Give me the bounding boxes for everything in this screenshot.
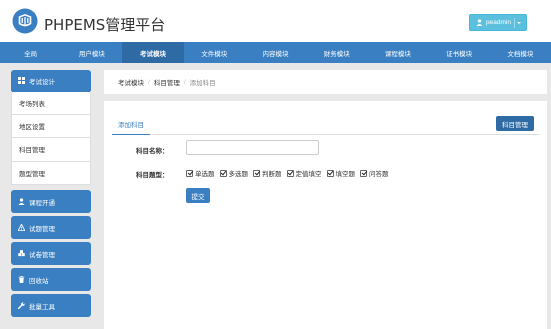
sidebar-item-label: 试题管理 — [29, 225, 55, 233]
nav-item-content[interactable]: 内容模块 — [245, 42, 306, 63]
question-type-label: 多选题 — [228, 171, 249, 178]
app-header: PHPEMS管理平台 peadmin — [0, 0, 551, 42]
top-nav: 全局 用户模块 考试模块 文件模块 内容模块 财务模块 课程模块 证书模块 文档… — [0, 42, 551, 63]
sidebar-item-question-type-management[interactable]: 题型管理 — [12, 162, 90, 185]
main-panel: 添加科目 科目管理 科目名称： 科目题型： 单选题 多选题 判断题 定值填空 填… — [104, 101, 547, 329]
sidebar-item-paper-management[interactable]: 试卷管理 — [11, 242, 91, 265]
sidebar-item-batch-tools[interactable]: 批量工具 — [11, 294, 91, 317]
nav-item-course[interactable]: 课程模块 — [367, 42, 428, 63]
wrench-icon — [18, 302, 25, 309]
subject-name-input[interactable] — [186, 140, 319, 155]
checkbox-checked[interactable] — [286, 169, 294, 177]
question-type-option[interactable]: 定值填空 — [286, 168, 322, 178]
question-type-option[interactable]: 单选题 — [186, 168, 215, 178]
user-menu-divider — [514, 18, 515, 28]
subject-name-label: 科目名称： — [136, 148, 169, 155]
sidebar-item-exam-list[interactable]: 考场列表 — [12, 91, 90, 115]
question-type-option[interactable]: 填空题 — [326, 168, 356, 178]
sidebar-item-recycle-bin[interactable]: 回收站 — [11, 268, 91, 291]
sidebar: 考试设计 考场列表 地区设置 科目管理 题型管理 课程开通 试题管理 试卷管理 — [11, 70, 91, 317]
question-type-label: 问答题 — [369, 171, 389, 178]
breadcrumb-current: 添加科目 — [189, 80, 216, 87]
sidebar-item-label: 课程开通 — [29, 199, 55, 207]
sidebar-section-exam-design[interactable]: 考试设计 — [11, 70, 91, 91]
user-icon — [476, 19, 483, 26]
cubes-icon — [18, 250, 25, 257]
breadcrumb: 考试模块 / 科目管理 / 添加科目 — [104, 70, 547, 94]
nav-item-file[interactable]: 文件模块 — [184, 42, 245, 63]
nav-item-exam[interactable]: 考试模块 — [122, 42, 184, 63]
nav-item-finance[interactable]: 财务模块 — [306, 42, 367, 63]
user-menu-button[interactable]: peadmin — [469, 14, 527, 31]
sidebar-item-subject-management[interactable]: 科目管理 — [12, 138, 90, 162]
breadcrumb-separator: / — [148, 78, 150, 86]
chevron-down-icon — [517, 22, 521, 24]
tab-add-subject[interactable]: 添加科目 — [112, 114, 150, 135]
nav-item-certificate[interactable]: 证书模块 — [429, 42, 490, 63]
sidebar-item-question-management[interactable]: 试题管理 — [11, 216, 91, 239]
nav-item-user[interactable]: 用户模块 — [61, 42, 122, 63]
brand-title: PHPEMS管理平台 — [44, 16, 166, 34]
sidebar-item-label: 回收站 — [29, 277, 49, 285]
checkbox-checked[interactable] — [326, 169, 334, 177]
question-types-group: 单选题 多选题 判断题 定值填空 填空题 问答题 — [186, 168, 394, 178]
nav-item-document[interactable]: 文档模块 — [490, 42, 551, 63]
sidebar-submenu: 考场列表 地区设置 科目管理 题型管理 — [11, 91, 91, 185]
sidebar-section-label: 考试设计 — [29, 78, 55, 86]
trash-icon — [18, 276, 25, 283]
question-type-label: 判断题 — [262, 171, 282, 178]
sidebar-item-region-settings[interactable]: 地区设置 — [12, 115, 90, 138]
nav-item-global[interactable]: 全局 — [0, 42, 61, 63]
breadcrumb-item-subject-management[interactable]: 科目管理 — [154, 77, 180, 87]
question-type-option[interactable]: 多选题 — [219, 168, 249, 178]
warning-icon — [18, 224, 25, 231]
question-type-label: 定值填空 — [295, 171, 322, 178]
question-type-option[interactable]: 问答题 — [360, 168, 389, 178]
sidebar-item-label: 批量工具 — [29, 303, 55, 311]
question-type-label: 填空题 — [335, 171, 356, 178]
user-name: peadmin — [486, 19, 511, 26]
checkbox-checked[interactable] — [360, 169, 367, 177]
submit-button[interactable]: 提交 — [186, 188, 210, 203]
checkbox-checked[interactable] — [186, 169, 193, 177]
checkbox-checked[interactable] — [253, 169, 260, 177]
question-type-option[interactable]: 判断题 — [253, 168, 282, 178]
user-icon — [18, 198, 25, 205]
question-type-label: 单选题 — [195, 171, 215, 178]
checkbox-checked[interactable] — [219, 169, 227, 177]
breadcrumb-separator: / — [183, 78, 186, 86]
tab-bar: 添加科目 — [112, 114, 539, 135]
sidebar-item-label: 试卷管理 — [29, 251, 55, 259]
breadcrumb-item-exam-module[interactable]: 考试模块 — [118, 77, 144, 87]
grid-icon — [18, 77, 25, 84]
subject-management-button[interactable]: 科目管理 — [496, 116, 534, 131]
question-types-label: 科目题型： — [136, 172, 169, 179]
sidebar-item-course-activation[interactable]: 课程开通 — [11, 190, 91, 213]
logo-icon — [12, 8, 38, 34]
